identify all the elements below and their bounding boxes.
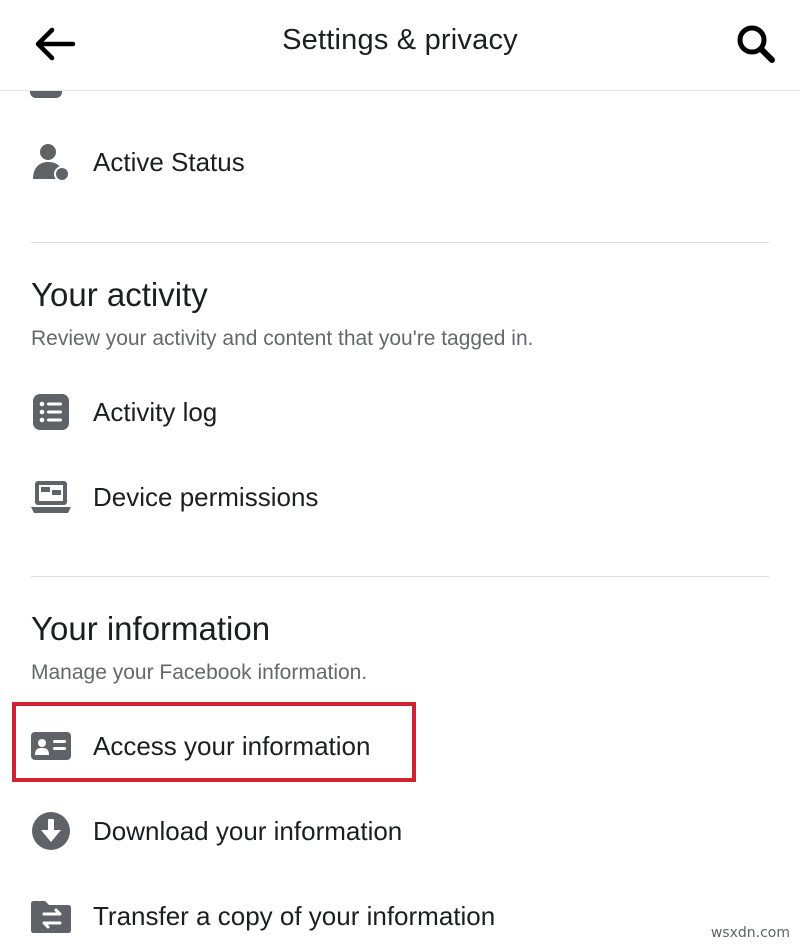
section-title-your-information: Your information xyxy=(31,610,271,647)
list-item-label: Access your information xyxy=(93,730,371,761)
laptop-icon xyxy=(30,476,72,518)
list-item-label: Transfer a copy of your information xyxy=(93,900,496,931)
section-subtitle-your-activity: Review your activity and content that yo… xyxy=(31,327,534,350)
list-item-transfer-copy-of-your-information[interactable]: Transfer a copy of your information xyxy=(0,880,800,952)
list-item-label: Device permissions xyxy=(93,481,319,512)
section-title-your-activity: Your activity xyxy=(31,276,208,313)
list-item-device-permissions[interactable]: Device permissions xyxy=(0,461,800,533)
search-icon xyxy=(737,25,775,63)
page-title: Settings & privacy xyxy=(282,24,518,56)
download-icon xyxy=(30,810,72,852)
section-divider xyxy=(31,242,769,243)
watermark-text: wsxdn.com xyxy=(710,925,790,941)
folder-transfer-icon xyxy=(30,895,72,937)
list-item-active-status[interactable]: Active Status xyxy=(0,126,800,198)
section-divider xyxy=(31,576,769,577)
top-app-bar: Settings & privacy xyxy=(0,0,800,91)
list-item-label: Activity log xyxy=(93,396,218,427)
search-button[interactable] xyxy=(730,18,782,70)
list-item-label: Download your information xyxy=(93,815,403,846)
list-item-label: Active Status xyxy=(93,146,245,177)
id-card-icon xyxy=(30,725,72,767)
list-icon xyxy=(30,391,72,433)
section-subtitle-your-information: Manage your Facebook information. xyxy=(31,661,368,684)
list-item-download-your-information[interactable]: Download your information xyxy=(0,795,800,867)
list-item-access-your-information[interactable]: Access your information xyxy=(0,710,800,782)
person-status-icon xyxy=(30,141,72,183)
list-item-activity-log[interactable]: Activity log xyxy=(0,376,800,448)
